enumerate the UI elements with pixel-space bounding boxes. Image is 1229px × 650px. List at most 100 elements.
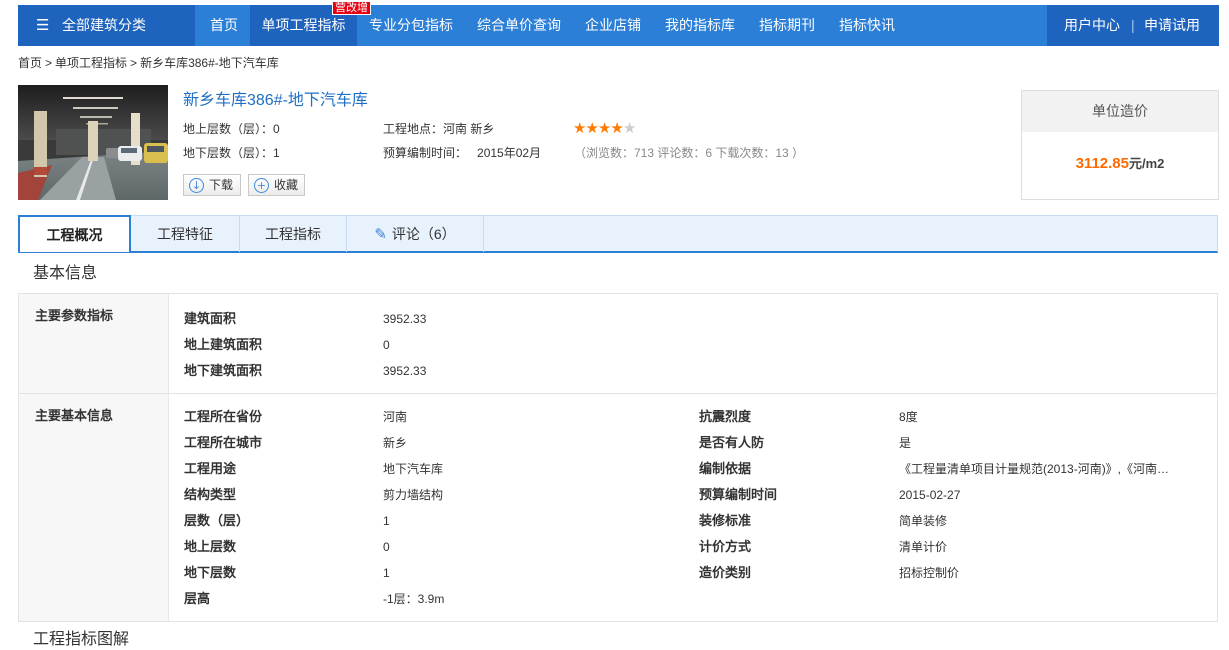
view-stats: （浏览数：713 评论数：6 下载次数：13 ） <box>574 146 805 160</box>
above-ground-floors: 地上层数（层）：0 <box>183 122 280 136</box>
field-name: 装修标准 <box>699 513 752 528</box>
main-params-section: 主要参数指标 建筑面积 3952.33 地上建筑面积 0 地下建筑面积 3952… <box>18 293 1218 394</box>
field-name: 是否有人防 <box>699 435 765 450</box>
table-row: 地上建筑面积 0 <box>184 332 1217 358</box>
field-value: 8度 <box>899 410 918 424</box>
field-value: 河南 <box>383 410 408 424</box>
field-value: 3952.33 <box>383 364 427 378</box>
field-value: 新乡 <box>383 436 408 450</box>
rating-stars: ★★★★★ <box>573 119 637 137</box>
nav-item-index-journal[interactable]: 指标期刊 <box>747 5 827 46</box>
field-name: 预算编制时间 <box>699 487 778 502</box>
field-value: 招标控制价 <box>899 566 960 580</box>
basic-info-heading: 基本信息 <box>33 265 98 282</box>
field-name: 地下层数 <box>184 565 237 580</box>
field-name: 地上层数 <box>184 539 237 554</box>
tab-features[interactable]: 工程特征 <box>131 216 240 252</box>
star-icon: ★ <box>610 119 624 137</box>
table-row: 工程所在省份 河南 抗震烈度 8度 <box>184 404 1217 430</box>
project-location: 工程地点：河南 新乡 <box>383 122 495 136</box>
favorite-button[interactable]: + 收藏 <box>248 174 305 196</box>
nav-item-single-project-index[interactable]: 单项工程指标 营改增 <box>250 1 371 46</box>
field-value: 0 <box>383 338 390 352</box>
field-name: 地下建筑面积 <box>184 363 263 378</box>
unit-cost-body: 3112.85元/m2 <box>1022 132 1218 196</box>
nav-item-subcontract-index[interactable]: 专业分包指标 <box>357 5 465 46</box>
star-icon: ★ <box>622 119 637 137</box>
field-name: 计价方式 <box>699 539 752 554</box>
apply-trial-link[interactable]: 申请试用 <box>1144 5 1200 46</box>
nav-item-index-news[interactable]: 指标快讯 <box>827 5 907 46</box>
project-thumbnail <box>18 85 168 200</box>
table-row: 结构类型 剪力墙结构 预算编制时间 2015-02-27 <box>184 482 1217 508</box>
field-name: 层高 <box>184 591 211 606</box>
tab-overview[interactable]: 工程概况 <box>18 215 131 252</box>
breadcrumb-separator: > <box>130 56 138 70</box>
field-name: 工程用途 <box>184 461 237 476</box>
budget-time-label: 预算编制时间： <box>383 146 468 160</box>
section-label-cell: 主要参数指标 <box>19 294 169 393</box>
tab-comments[interactable]: ✎ 评论（6） <box>347 216 484 252</box>
field-value: 《工程量清单项目计量规范(2013-河南)》,《河南… <box>899 462 1170 476</box>
table-row: 工程所在城市 新乡 是否有人防 是 <box>184 430 1217 456</box>
breadcrumb-home[interactable]: 首页 <box>18 56 42 70</box>
budget-time-value: 2015年02月 <box>477 146 542 160</box>
all-categories-menu[interactable]: ☰ 全部建筑分类 <box>18 5 195 46</box>
index-diagram-heading: 工程指标图解 <box>33 631 130 648</box>
field-value: 0 <box>383 540 390 554</box>
unit-cost-box: 单位造价 3112.85元/m2 <box>1021 90 1219 200</box>
param-rows: 建筑面积 3952.33 地上建筑面积 0 地下建筑面积 3952.33 <box>184 306 1217 384</box>
menu-icon: ☰ <box>36 16 50 34</box>
field-value: 简单装修 <box>899 514 948 528</box>
field-name: 建筑面积 <box>184 311 237 326</box>
user-center-link[interactable]: 用户中心 <box>1064 5 1120 46</box>
field-value: 地下汽车库 <box>383 462 444 476</box>
download-button[interactable]: ↓ 下载 <box>183 174 241 196</box>
info-rows: 工程所在省份 河南 抗震烈度 8度 工程所在城市 新乡 是否有人防 是 工程用途… <box>184 404 1217 612</box>
nav-item-label: 单项工程指标 <box>261 17 346 33</box>
unit-cost-value: 3112.85 <box>1075 155 1129 172</box>
field-name: 层数（层） <box>184 513 250 528</box>
field-name: 地上建筑面积 <box>184 337 263 352</box>
field-name: 编制依据 <box>699 461 752 476</box>
favorite-label: 收藏 <box>274 178 299 192</box>
field-value: -1层：3.9m <box>383 592 445 606</box>
nav-item-unit-price-query[interactable]: 综合单价查询 <box>465 5 573 46</box>
breadcrumb-single-project-index[interactable]: 单项工程指标 <box>55 56 127 70</box>
nav-item-enterprise-store[interactable]: 企业店铺 <box>573 5 653 46</box>
field-name: 抗震烈度 <box>699 409 752 424</box>
tab-bar: 工程概况 工程特征 工程指标 ✎ 评论（6） <box>18 215 1218 253</box>
unit-cost-unit: 元/m2 <box>1129 156 1165 171</box>
table-row: 地下建筑面积 3952.33 <box>184 358 1217 384</box>
table-row: 层高 -1层：3.9m <box>184 586 1217 612</box>
all-categories-label: 全部建筑分类 <box>62 17 146 33</box>
top-nav: ☰ 全部建筑分类 首页 单项工程指标 营改增 专业分包指标 综合单价查询 企业店… <box>18 1 1219 46</box>
nav-item-my-index-library[interactable]: 我的指标库 <box>653 5 747 46</box>
field-value: 1 <box>383 514 390 528</box>
field-name: 造价类别 <box>699 565 752 580</box>
field-name: 工程所在省份 <box>184 409 263 424</box>
nav-separator: | <box>1131 17 1135 33</box>
breadcrumb: 首页 > 单项工程指标 > 新乡车库386#-地下汽车库 <box>18 55 279 71</box>
field-value: 清单计价 <box>899 540 948 554</box>
table-row: 地下层数 1 造价类别 招标控制价 <box>184 560 1217 586</box>
table-row: 层数（层） 1 装修标准 简单装修 <box>184 508 1217 534</box>
pencil-icon: ✎ <box>374 225 387 243</box>
nav-menu: 首页 单项工程指标 营改增 专业分包指标 综合单价查询 企业店铺 我的指标库 指… <box>198 1 907 46</box>
nav-item-home[interactable]: 首页 <box>198 5 250 46</box>
field-value: 2015-02-27 <box>899 488 961 502</box>
user-links: 用户中心 | 申请试用 <box>1047 5 1219 46</box>
download-icon: ↓ <box>189 178 204 193</box>
breadcrumb-separator: > <box>45 56 53 70</box>
field-value: 是 <box>899 436 912 450</box>
table-row: 地上层数 0 计价方式 清单计价 <box>184 534 1217 560</box>
field-value: 1 <box>383 566 390 580</box>
table-row: 工程用途 地下汽车库 编制依据 《工程量清单项目计量规范(2013-河南)》,《… <box>184 456 1217 482</box>
tab-indices[interactable]: 工程指标 <box>240 216 347 252</box>
plus-circle-icon: + <box>254 178 269 193</box>
main-info-section: 主要基本信息 工程所在省份 河南 抗震烈度 8度 工程所在城市 新乡 是否有人防… <box>18 393 1218 622</box>
field-name: 结构类型 <box>184 487 237 502</box>
download-label: 下载 <box>209 178 234 192</box>
project-title[interactable]: 新乡车库386#-地下汽车库 <box>183 91 368 111</box>
tab-comments-label: 评论（6） <box>391 226 456 242</box>
